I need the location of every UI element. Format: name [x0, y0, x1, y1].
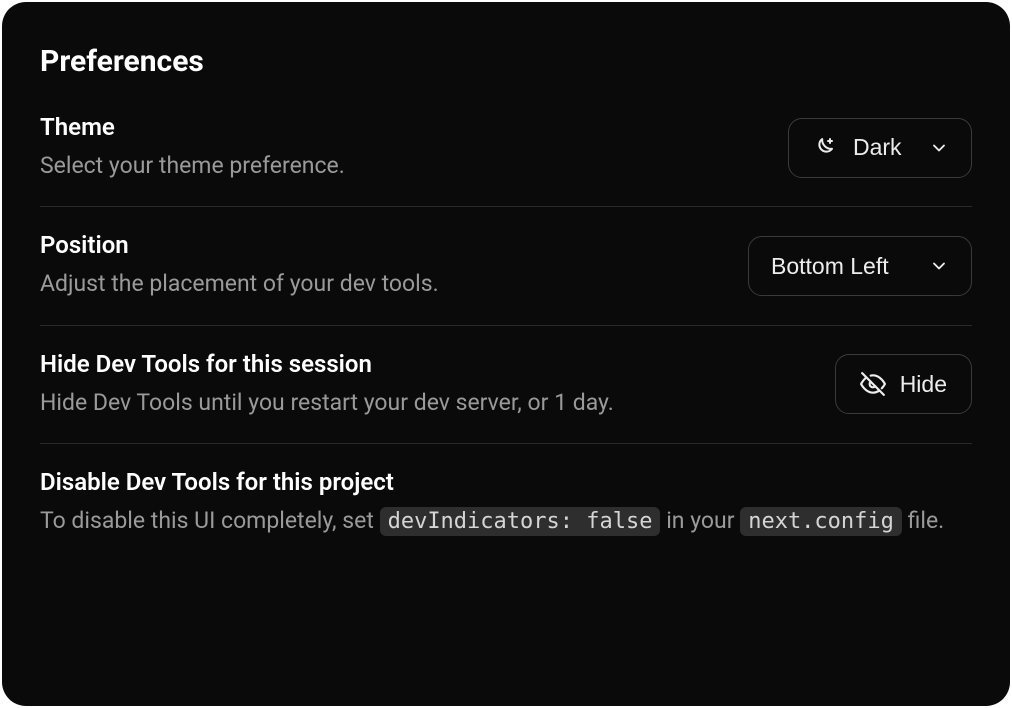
eye-off-icon [860, 371, 886, 397]
row-theme-text: Theme Select your theme preference. [40, 113, 764, 182]
hide-subtitle: Hide Dev Tools until you restart your de… [40, 386, 811, 419]
row-position-text: Position Adjust the placement of your de… [40, 231, 724, 300]
chevron-down-icon [929, 138, 949, 158]
row-disable-devtools: Disable Dev Tools for this project To di… [40, 444, 972, 562]
disable-subtitle: To disable this UI completely, set devIn… [40, 504, 972, 538]
disable-sub-mid: in your [660, 507, 740, 534]
hide-button-label: Hide [900, 371, 947, 398]
row-position: Position Adjust the placement of your de… [40, 207, 972, 325]
hide-button[interactable]: Hide [835, 354, 972, 414]
disable-sub-pre: To disable this UI completely, set [40, 507, 380, 534]
row-hide-text: Hide Dev Tools for this session Hide Dev… [40, 350, 811, 419]
disable-code-nextconfig: next.config [740, 507, 902, 536]
position-select[interactable]: Bottom Left [748, 236, 972, 296]
theme-subtitle: Select your theme preference. [40, 149, 764, 182]
hide-control: Hide [835, 354, 972, 414]
preferences-panel: Preferences Theme Select your theme pref… [2, 2, 1010, 706]
row-disable-text: Disable Dev Tools for this project To di… [40, 468, 972, 538]
moon-icon [811, 136, 835, 160]
disable-title: Disable Dev Tools for this project [40, 468, 972, 496]
theme-select[interactable]: Dark [788, 118, 972, 178]
hide-title: Hide Dev Tools for this session [40, 350, 811, 378]
panel-title: Preferences [40, 44, 972, 79]
chevron-down-icon [929, 256, 949, 276]
disable-sub-post: file. [902, 507, 944, 534]
position-subtitle: Adjust the placement of your dev tools. [40, 267, 724, 300]
disable-code-devindicators: devIndicators: false [380, 507, 661, 536]
theme-control: Dark [788, 118, 972, 178]
theme-select-label: Dark [853, 134, 911, 161]
position-title: Position [40, 231, 724, 259]
position-control: Bottom Left [748, 236, 972, 296]
theme-title: Theme [40, 113, 764, 141]
row-theme: Theme Select your theme preference. Dark [40, 113, 972, 207]
position-select-label: Bottom Left [771, 253, 911, 280]
row-hide-devtools: Hide Dev Tools for this session Hide Dev… [40, 326, 972, 444]
